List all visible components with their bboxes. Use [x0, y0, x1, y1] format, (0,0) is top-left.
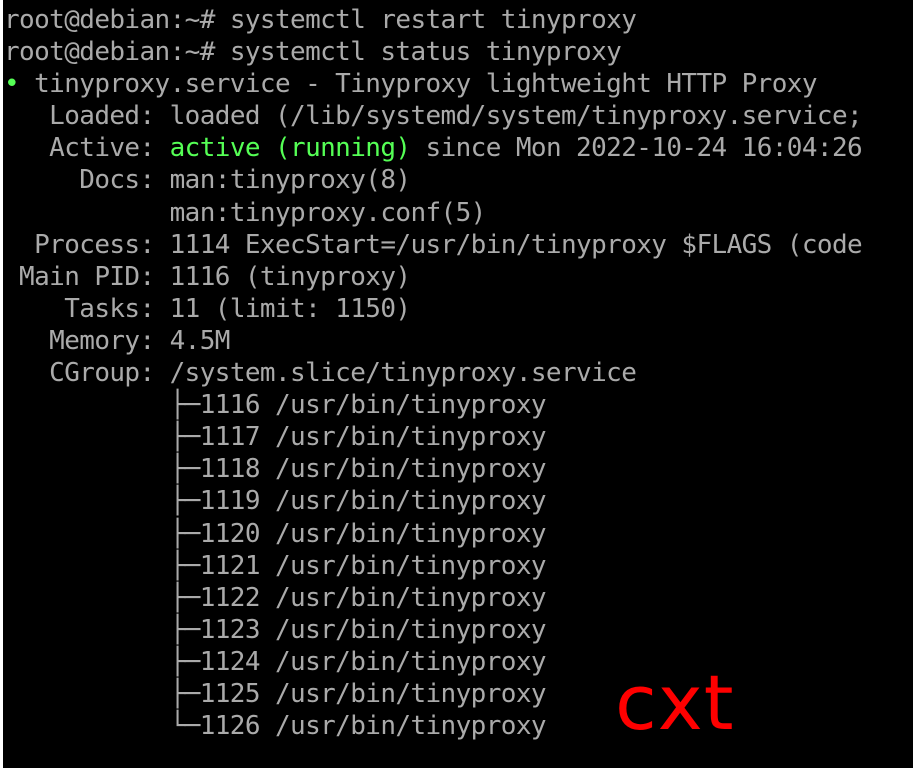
mainpid-value: 1116 (tinyproxy)	[154, 261, 411, 292]
terminal-window[interactable]: root@debian:~# systemctl restart tinypro…	[3, 0, 913, 768]
tasks-label: Tasks:	[4, 293, 155, 324]
command-line: root@debian:~# systemctl status tinyprox…	[4, 36, 862, 68]
process-label: Process:	[4, 229, 155, 260]
process-tree-item: ├─1123 /usr/bin/tinyproxy	[4, 614, 547, 645]
docs-value: man:tinyproxy(8)	[154, 165, 411, 196]
loaded-label: Loaded:	[4, 101, 155, 132]
mainpid-label: Main PID:	[4, 261, 155, 292]
process-tree-item: ├─1120 /usr/bin/tinyproxy	[4, 518, 547, 549]
tasks-value: 11 (limit: 1150)	[154, 293, 411, 324]
active-label: Active:	[4, 133, 155, 164]
cgroup-value: /system.slice/tinyproxy.service	[154, 358, 637, 389]
command-text: systemctl restart tinyproxy	[229, 5, 637, 35]
process-value: 1114 ExecStart=/usr/bin/tinyproxy $FLAGS…	[154, 229, 863, 260]
memory-label: Memory:	[4, 325, 155, 356]
active-state: active (running)	[154, 133, 411, 164]
cgroup-label: CGroup:	[4, 358, 155, 389]
docs-line: Docs: man:tinyproxy(8)	[4, 164, 862, 196]
process-tree-item: ├─1121 /usr/bin/tinyproxy	[4, 550, 547, 581]
shell-prompt: root@debian:~#	[4, 5, 230, 35]
command-text: systemctl status tinyproxy	[229, 37, 622, 68]
active-line: Active: active (running) since Mon 2022-…	[4, 132, 863, 164]
process-tree-item: ├─1122 /usr/bin/tinyproxy	[4, 582, 547, 613]
process-tree-item: ├─1116 /usr/bin/tinyproxy	[4, 390, 547, 421]
process-tree-item: ├─1117 /usr/bin/tinyproxy	[4, 422, 547, 453]
service-title: tinyproxy.service - Tinyproxy lightweigh…	[19, 69, 817, 100]
shell-prompt: root@debian:~#	[4, 37, 230, 68]
loaded-line: Loaded: loaded (/lib/systemd/system/tiny…	[4, 100, 863, 132]
command-line: root@debian:~# systemctl restart tinypro…	[4, 4, 862, 36]
watermark-text: cxt	[615, 658, 735, 747]
service-header-line: • tinyproxy.service - Tinyproxy lightwei…	[4, 68, 862, 100]
loaded-value: loaded (/lib/systemd/system/tinyproxy.se…	[154, 101, 863, 132]
active-since: since Mon 2022-10-24 16:04:26	[410, 133, 863, 164]
memory-value: 4.5M	[154, 325, 231, 356]
terminal-output: root@debian:~# systemctl restart tinypro…	[4, 4, 863, 742]
docs-label: Docs:	[4, 165, 155, 196]
process-line: Process: 1114 ExecStart=/usr/bin/tinypro…	[4, 229, 863, 261]
docs-value: man:tinyproxy.conf(5)	[4, 197, 487, 228]
status-dot-icon: •	[4, 69, 20, 100]
mainpid-line: Main PID: 1116 (tinyproxy)	[4, 261, 862, 293]
cgroup-line: CGroup: /system.slice/tinyproxy.service	[4, 357, 862, 389]
memory-line: Memory: 4.5M	[4, 325, 862, 357]
process-tree-item: ├─1119 /usr/bin/tinyproxy	[4, 486, 547, 517]
docs-line: man:tinyproxy.conf(5)	[4, 197, 862, 229]
tasks-line: Tasks: 11 (limit: 1150)	[4, 293, 862, 325]
process-tree-item: ├─1118 /usr/bin/tinyproxy	[4, 454, 547, 485]
